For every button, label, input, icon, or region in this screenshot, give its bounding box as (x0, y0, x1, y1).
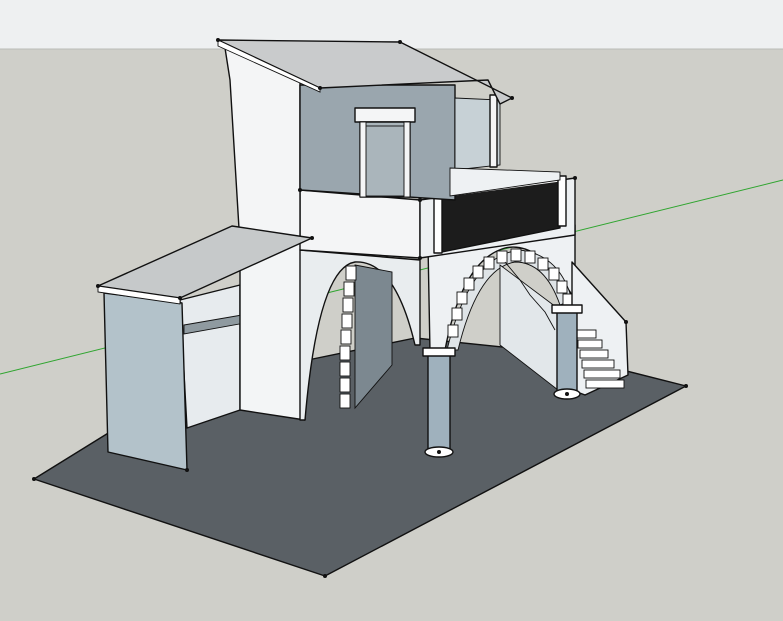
shed-left-wall[interactable] (103, 292, 188, 471)
porch-post (489, 94, 498, 168)
shed-back-wall[interactable] (179, 284, 241, 429)
upper-door[interactable] (354, 107, 416, 198)
column-rear[interactable] (551, 304, 583, 400)
column-front[interactable] (422, 347, 456, 458)
sketchup-viewport[interactable] (0, 0, 783, 621)
model-canvas[interactable] (0, 0, 783, 621)
balcony-slab-front[interactable] (299, 189, 421, 259)
